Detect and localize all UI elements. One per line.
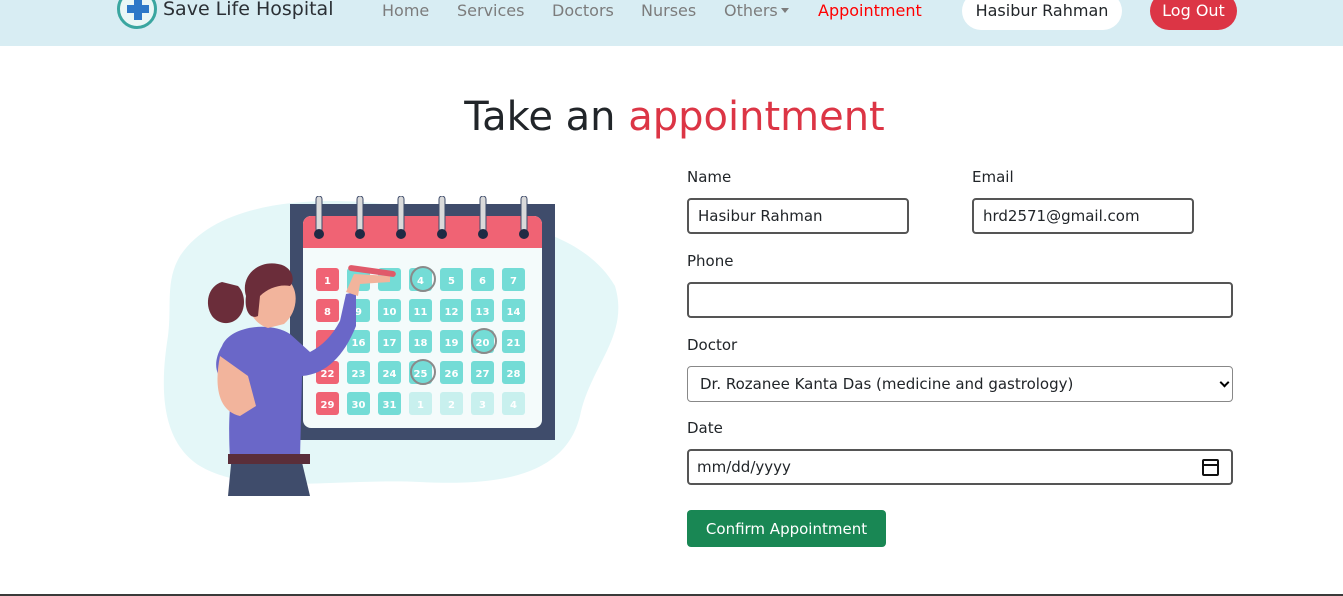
date-placeholder: mm/dd/yyyy <box>697 458 791 476</box>
calendar-icon[interactable] <box>1202 459 1219 476</box>
calendar-day-number: 14 <box>507 307 521 318</box>
calendar-day-number: 10 <box>383 307 397 318</box>
nav-appointment[interactable]: Appointment <box>818 0 922 22</box>
calendar-day-number: 4 <box>510 400 517 411</box>
calendar-day-number: 27 <box>476 369 490 380</box>
calendar-day-number: 21 <box>507 338 521 349</box>
calendar-day-number: 1 <box>417 400 424 411</box>
email-label: Email <box>972 168 1014 186</box>
calendar-illustration: 1 4 5 6 78 9 10 11 12 13 1416 17 18 19 20 2122 23 24 25 26 2… <box>163 196 619 496</box>
calendar-day-number: 1 <box>324 276 331 287</box>
calendar-day-number: 3 <box>479 400 486 411</box>
logout-button[interactable]: Log Out <box>1150 0 1237 30</box>
calendar-day-number: 11 <box>414 307 428 318</box>
top-navbar: Save Life Hospital Home Services Doctors… <box>0 0 1343 46</box>
medical-cross-icon <box>117 0 157 29</box>
nav-home[interactable]: Home <box>382 0 429 22</box>
calendar-day-number: 28 <box>507 369 521 380</box>
calendar-day-number: 29 <box>321 400 335 411</box>
calendar-day-number: 17 <box>383 338 397 349</box>
phone-input[interactable] <box>687 282 1233 318</box>
doctor-select[interactable]: Dr. Rozanee Kanta Das (medicine and gast… <box>687 366 1233 402</box>
nav-nurses[interactable]: Nurses <box>641 0 696 22</box>
calendar-day-number: 12 <box>445 307 459 318</box>
chevron-down-icon <box>780 8 789 13</box>
user-name-badge[interactable]: Hasibur Rahman <box>962 0 1122 30</box>
calendar-day-number: 31 <box>383 400 397 411</box>
calendar-day-number: 24 <box>383 369 397 380</box>
calendar-day-number: 19 <box>445 338 459 349</box>
calendar-day-number: 4 <box>417 276 424 287</box>
calendar-day-number: 25 <box>414 369 428 380</box>
calendar-day-number: 26 <box>445 369 459 380</box>
doctor-selected-value: Dr. Rozanee Kanta Das (medicine and gast… <box>700 375 1074 393</box>
name-input[interactable] <box>687 198 909 234</box>
email-input[interactable] <box>972 198 1194 234</box>
calendar-day-number: 20 <box>476 338 490 349</box>
calendar-day-number: 9 <box>355 307 362 318</box>
date-input[interactable]: mm/dd/yyyy <box>687 449 1233 485</box>
calendar-day-number: 18 <box>414 338 428 349</box>
nav-others-label: Others <box>724 1 778 20</box>
nav-others-dropdown[interactable]: Others <box>724 0 789 22</box>
phone-label: Phone <box>687 252 734 270</box>
calendar-day-number: 8 <box>324 307 331 318</box>
name-label: Name <box>687 168 732 186</box>
calendar-day-number: 5 <box>448 276 455 287</box>
confirm-appointment-button[interactable]: Confirm Appointment <box>687 510 886 547</box>
nav-doctors[interactable]: Doctors <box>552 0 614 22</box>
brand[interactable]: Save Life Hospital <box>117 0 333 32</box>
brand-name: Save Life Hospital <box>163 0 334 20</box>
date-label: Date <box>687 419 723 437</box>
calendar-day-number: 22 <box>321 369 335 380</box>
calendar-day-number: 16 <box>352 338 366 349</box>
chevron-down-icon <box>1219 377 1230 388</box>
nav-services[interactable]: Services <box>457 0 524 22</box>
calendar-day-number: 30 <box>352 400 366 411</box>
calendar-day-number: 13 <box>476 307 490 318</box>
page-title: Take an appointment <box>0 94 1343 140</box>
page-title-prefix: Take an <box>464 94 616 140</box>
calendar-day-number: 23 <box>352 369 366 380</box>
calendar-day-number: 7 <box>510 276 517 287</box>
calendar-day-number: 2 <box>448 400 455 411</box>
calendar-day-number: 6 <box>479 276 486 287</box>
doctor-label: Doctor <box>687 336 738 354</box>
page-title-accent: appointment <box>628 94 885 140</box>
